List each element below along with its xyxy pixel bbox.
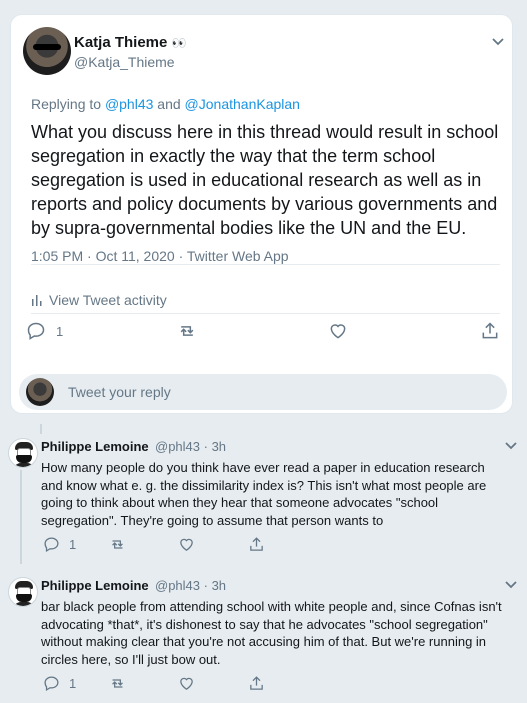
reply-icon <box>27 322 45 340</box>
avatar <box>26 378 54 406</box>
view-tweet-activity[interactable]: View Tweet activity <box>31 292 167 308</box>
like-button[interactable] <box>328 321 348 341</box>
reply-text: How many people do you think have ever r… <box>41 460 487 528</box>
share-button[interactable] <box>248 675 265 692</box>
reply-count: 1 <box>56 323 64 339</box>
replying-to: Replying to @phl43 and @JonathanKaplan <box>31 96 300 112</box>
reply-author-name[interactable]: Philippe Lemoine <box>41 578 149 593</box>
retweet-button[interactable] <box>108 536 127 553</box>
retweet-icon <box>112 540 123 549</box>
heart-icon <box>180 677 193 690</box>
retweet-icon <box>180 326 194 336</box>
heart-icon <box>180 538 193 551</box>
avatar[interactable] <box>8 577 38 607</box>
share-icon <box>250 537 263 551</box>
reply-button[interactable]: 1 <box>43 675 76 692</box>
reply-count: 1 <box>69 676 77 691</box>
share-icon <box>482 322 498 339</box>
bar-chart-icon <box>32 295 42 306</box>
reply-author-name[interactable]: Philippe Lemoine <box>41 439 149 454</box>
reply-text: bar black people from attending school w… <box>41 599 502 667</box>
thread-line <box>40 424 42 434</box>
avatar[interactable] <box>8 438 38 468</box>
main-tweet-card: Katja Thieme 👀 @Katja_Thieme Replying to… <box>10 14 513 414</box>
avatar[interactable] <box>23 27 71 75</box>
reply-placeholder: Tweet your reply <box>68 384 171 400</box>
reply-compose-box[interactable]: Tweet your reply <box>19 374 507 410</box>
eyes-emoji-icon: 👀 <box>171 36 187 50</box>
share-button[interactable] <box>248 536 265 553</box>
chevron-down-icon[interactable] <box>503 437 519 453</box>
retweet-icon <box>112 679 123 688</box>
divider <box>31 313 500 314</box>
tweet-timestamp[interactable]: 1:05 PM · Oct 11, 2020 · Twitter Web App <box>31 248 289 264</box>
chevron-down-icon[interactable] <box>503 576 519 592</box>
tweet-text: What you discuss here in this thread wou… <box>31 122 499 238</box>
author-handle[interactable]: @Katja_Thieme <box>74 54 175 70</box>
retweet-button[interactable] <box>108 675 127 692</box>
reply-count: 1 <box>69 537 77 552</box>
reply-icon <box>44 537 59 553</box>
share-button[interactable] <box>480 321 500 341</box>
heart-icon <box>330 324 346 339</box>
chevron-down-icon[interactable] <box>490 33 506 49</box>
reply-author-handle[interactable]: @phl43 · 3h <box>155 578 226 593</box>
author-name[interactable]: Katja Thieme 👀 <box>74 34 187 51</box>
reply-author-handle[interactable]: @phl43 · 3h <box>155 439 226 454</box>
reply-button[interactable]: 1 <box>26 321 63 341</box>
thread-line <box>20 470 22 564</box>
reply-icon <box>44 676 59 692</box>
retweet-button[interactable] <box>176 321 198 341</box>
reply-button[interactable]: 1 <box>43 536 76 553</box>
like-button[interactable] <box>178 675 195 692</box>
mention-link-jonathankaplan[interactable]: @JonathanKaplan <box>185 96 300 112</box>
mention-link-phl43[interactable]: @phl43 <box>105 96 153 112</box>
divider <box>31 264 500 265</box>
like-button[interactable] <box>178 536 195 553</box>
share-icon <box>250 676 263 690</box>
